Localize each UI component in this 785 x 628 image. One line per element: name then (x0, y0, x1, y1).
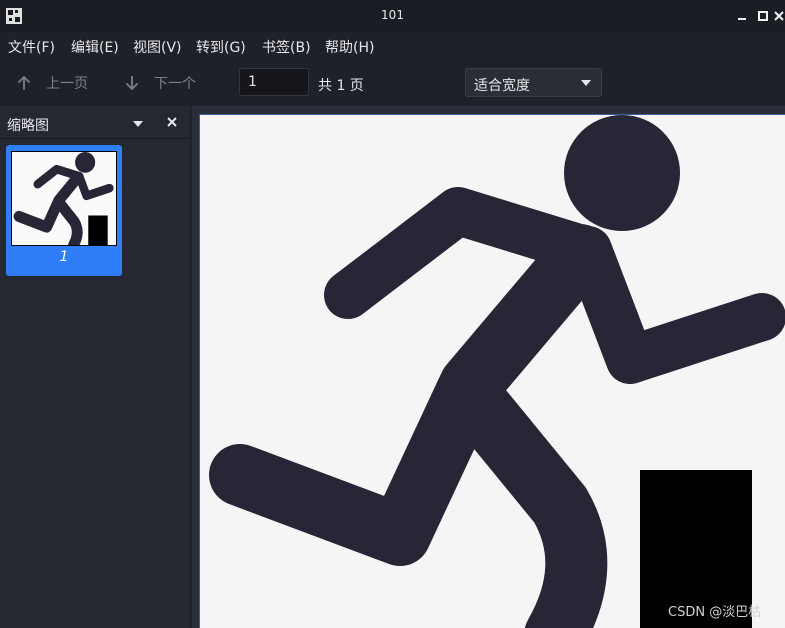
sidebar-close-icon[interactable] (166, 116, 178, 128)
menu-view[interactable]: 视图(V) (133, 37, 182, 57)
toolbar: 上一页 下一个 共 1 页 适合宽度 (0, 58, 785, 106)
menu-bar: 文件(F) 编辑(E) 视图(V) 转到(G) 书签(B) 帮助(H) (0, 32, 785, 58)
thumbnail-label: 1 (59, 249, 69, 265)
window-title: 101 (381, 8, 404, 22)
sidebar-dropdown-icon[interactable] (133, 121, 143, 127)
page-number-input[interactable] (239, 68, 309, 96)
minimize-icon[interactable] (735, 9, 749, 23)
maximize-icon[interactable] (756, 9, 770, 23)
thumbnail-sidebar: 缩略图 1 (0, 106, 190, 628)
thumbnail-image (11, 151, 117, 246)
arrow-down-icon (125, 76, 139, 91)
menu-bookmarks[interactable]: 书签(B) (262, 37, 311, 57)
menu-file[interactable]: 文件(F) (8, 37, 55, 57)
page-thumbnail[interactable]: 1 (6, 145, 122, 276)
sidebar-header: 缩略图 (0, 106, 190, 139)
sidebar-title: 缩略图 (7, 118, 49, 134)
arrow-up-icon (17, 75, 31, 90)
zoom-value: 适合宽度 (474, 78, 530, 94)
chevron-down-icon (581, 80, 591, 86)
page-total-label: 共 1 页 (318, 78, 364, 94)
running-figure-image (209, 115, 785, 628)
title-bar: 101 (0, 0, 785, 32)
document-viewer[interactable] (192, 106, 785, 628)
menu-edit[interactable]: 编辑(E) (71, 37, 119, 57)
document-page (199, 114, 785, 628)
next-page-label: 下一个 (154, 76, 196, 92)
close-window-icon[interactable] (772, 9, 785, 23)
zoom-select[interactable]: 适合宽度 (465, 68, 602, 97)
prev-page-label: 上一页 (46, 76, 88, 92)
next-page-button[interactable]: 下一个 (124, 74, 196, 92)
watermark: CSDN @淡巴枯 (668, 605, 762, 620)
prev-page-button[interactable]: 上一页 (16, 74, 88, 92)
menu-help[interactable]: 帮助(H) (325, 37, 374, 57)
running-figure-thumbnail-icon (13, 152, 114, 245)
menu-goto[interactable]: 转到(G) (196, 37, 246, 57)
